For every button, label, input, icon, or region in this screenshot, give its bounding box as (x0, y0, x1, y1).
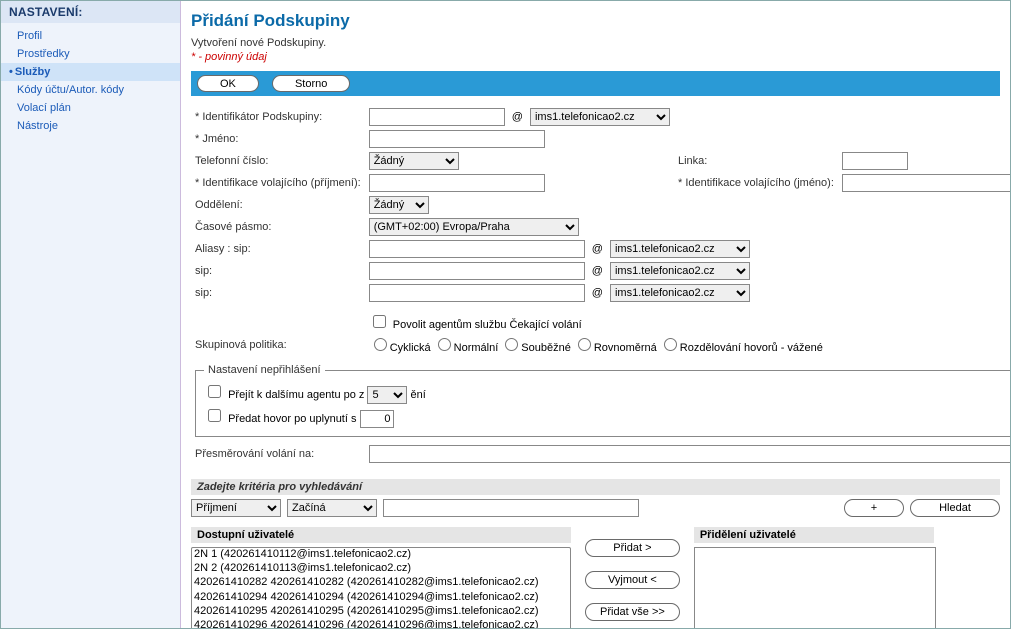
phone-select[interactable]: Žádný (369, 152, 459, 170)
policy-radio[interactable] (578, 338, 591, 351)
forward-label: Přesměrování volání na: (191, 443, 365, 465)
ext-label: Linka: (674, 150, 838, 172)
sidebar-item[interactable]: Nástroje (1, 117, 180, 135)
noans-fieldset: Nastavení nepřihlášení Přejít k dalšímu … (195, 364, 1010, 437)
policy-radio[interactable] (374, 338, 387, 351)
search-heading: Zadejte kritéria pro vyhledávání (191, 479, 1000, 495)
sidebar-item[interactable]: Volací plán (1, 99, 180, 117)
search-value-input[interactable] (383, 499, 639, 517)
dept-select[interactable]: Žádný (369, 196, 429, 214)
fwd-label: Předat hovor po uplynutí s (228, 413, 356, 425)
page-subtitle: Vytvoření nové Podskupiny. (191, 37, 1000, 49)
skip-rings-select[interactable]: 5 (367, 386, 407, 404)
alias3-label: sip: (191, 282, 365, 304)
alias2-input[interactable] (369, 262, 585, 280)
policy-radio[interactable] (505, 338, 518, 351)
search-row: Příjmení Začíná + Hledat (191, 495, 1000, 521)
sidebar-heading: NASTAVENÍ: (1, 1, 180, 23)
phone-label: Telefonní číslo: (191, 150, 365, 172)
add-all-button[interactable]: Přidat vše >> (585, 603, 680, 621)
sidebar: NASTAVENÍ: ProfilProstředkySlužbyKódy úč… (1, 1, 181, 628)
id-domain-select[interactable]: ims1.telefonicao2.cz (530, 108, 670, 126)
alias3-input[interactable] (369, 284, 585, 302)
dept-label: Oddělení: (191, 194, 365, 216)
available-heading: Dostupní uživatelé (191, 527, 571, 543)
policy-radio[interactable] (438, 338, 451, 351)
alias1-domain-select[interactable]: ims1.telefonicao2.cz (610, 240, 750, 258)
sidebar-item[interactable]: Profil (1, 27, 180, 45)
storno-button[interactable]: Storno (272, 75, 350, 92)
clid-last-label: * Identifikace volajícího (příjmení): (191, 172, 365, 194)
clid-first-input[interactable] (842, 174, 1010, 192)
sidebar-list: ProfilProstředkySlužbyKódy účtu/Autor. k… (1, 23, 180, 139)
assigned-list[interactable] (694, 547, 936, 628)
policy-options: CyklickáNormálníSouběžnéRovnoměrnáRozděl… (365, 333, 1010, 356)
at-sign: @ (508, 111, 527, 123)
required-note: * - povinný údaj (191, 51, 1000, 63)
remove-button[interactable]: Vyjmout < (585, 571, 680, 589)
id-input[interactable] (369, 108, 505, 126)
at-sign-3: @ (588, 287, 607, 299)
skip-checkbox[interactable] (208, 385, 221, 398)
skip-label-b: ění (411, 389, 426, 401)
tz-label: Časové pásmo: (191, 216, 365, 238)
assigned-heading: Přidělení uživatelé (694, 527, 934, 543)
form-table: * Identifikátor Podskupiny: @ ims1.telef… (191, 106, 1010, 465)
fwd-secs-input[interactable] (360, 410, 394, 428)
search-go-button[interactable]: Hledat (910, 499, 1000, 517)
alias1-input[interactable] (369, 240, 585, 258)
skip-label-a: Přejít k dalšímu agentu po z (228, 389, 364, 401)
sidebar-item[interactable]: Služby (1, 63, 180, 81)
add-button[interactable]: Přidat > (585, 539, 680, 557)
policy-radio[interactable] (664, 338, 677, 351)
alias2-label: sip: (191, 260, 365, 282)
clid-first-label: * Identifikace volajícího (jméno): (674, 172, 838, 194)
page-title: Přidání Podskupiny (191, 11, 1000, 31)
at-sign-1: @ (588, 243, 607, 255)
id-label: * Identifikátor Podskupiny: (191, 106, 365, 128)
search-field-select[interactable]: Příjmení (191, 499, 281, 517)
tz-select[interactable]: (GMT+02:00) Evropa/Praha (369, 218, 579, 236)
ext-input[interactable] (842, 152, 908, 170)
available-list[interactable]: 2N 1 (420261410112@ims1.telefonicao2.cz)… (191, 547, 571, 628)
search-op-select[interactable]: Začíná (287, 499, 377, 517)
policy-label: Skupinová politika: (191, 333, 365, 356)
allow-cw-label: Povolit agentům službu Čekající volání (393, 319, 582, 331)
sidebar-item[interactable]: Kódy účtu/Autor. kódy (1, 81, 180, 99)
fwd-checkbox[interactable] (208, 409, 221, 422)
at-sign-2: @ (588, 265, 607, 277)
main-content: Přidání Podskupiny Vytvoření nové Podsku… (181, 1, 1010, 628)
sidebar-item[interactable]: Prostředky (1, 45, 180, 63)
alias2-domain-select[interactable]: ims1.telefonicao2.cz (610, 262, 750, 280)
alias1-label: Aliasy : sip: (191, 238, 365, 260)
name-input[interactable] (369, 130, 545, 148)
user-lists: Dostupní uživatelé 2N 1 (420261410112@im… (191, 521, 1000, 628)
search-add-button[interactable]: + (844, 499, 904, 517)
name-label: * Jméno: (191, 128, 365, 150)
clid-last-input[interactable] (369, 174, 545, 192)
forward-input[interactable] (369, 445, 1010, 463)
ok-button[interactable]: OK (197, 75, 259, 92)
alias3-domain-select[interactable]: ims1.telefonicao2.cz (610, 284, 750, 302)
noans-legend: Nastavení nepřihlášení (204, 364, 325, 376)
action-bar: OK Storno (191, 71, 1000, 96)
allow-cw-checkbox[interactable] (373, 315, 386, 328)
